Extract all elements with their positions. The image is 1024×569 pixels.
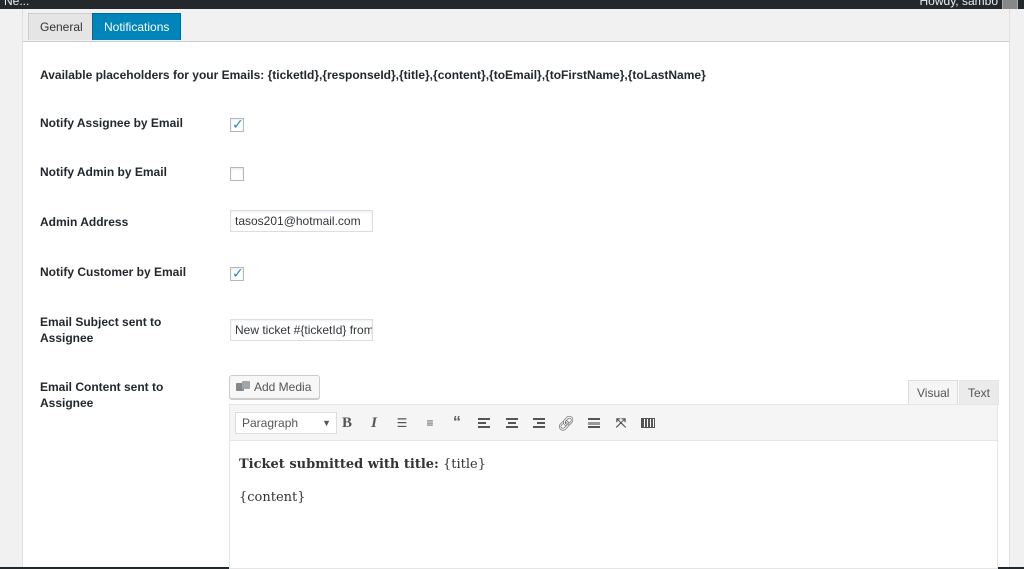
add-media-label: Add Media [254,380,312,394]
content-title-placeholder: {title} [443,457,486,472]
admin-bar-greeting[interactable]: Howdy, sambo [920,0,998,8]
notify-customer-label: Notify Customer by Email [40,265,187,279]
toolbar-toggle-icon[interactable] [638,413,658,433]
tab-text[interactable]: Text [959,380,1000,405]
fullscreen-icon[interactable]: ⤧ [611,413,631,433]
settings-tabs: General Notifications [23,9,1009,42]
notify-assignee-label: Notify Assignee by Email [40,116,183,130]
content-bold-text: Ticket submitted with title: [239,457,439,472]
notify-admin-label: Notify Admin by Email [40,165,167,179]
checkmark-icon: ✓ [232,116,244,132]
email-content-label: Email Content sent to Assignee [40,380,164,410]
left-gutter [0,9,22,567]
editor-content[interactable]: Ticket submitted with title: {title} {co… [239,457,486,523]
link-icon[interactable]: 🔗︎ [556,413,576,433]
format-select[interactable]: Paragraph ▼ [235,412,337,434]
email-subject-label: Email Subject sent to Assignee [40,315,162,345]
placeholders-hint: Available placeholders for your Emails: … [40,68,706,82]
admin-bar: Ne... Howdy, sambo [0,0,1024,9]
notify-assignee-checkbox[interactable]: ✓ [230,116,244,132]
bulleted-list-icon[interactable]: ☰ [392,413,412,433]
align-left-icon[interactable] [474,413,494,433]
tab-visual[interactable]: Visual [908,380,959,405]
read-more-icon[interactable] [584,413,604,433]
notify-customer-checkbox[interactable]: ✓ [230,265,244,281]
content-body-placeholder: {content} [239,490,306,505]
align-center-icon[interactable] [502,413,522,433]
bold-icon[interactable]: B [337,413,357,433]
admin-address-input[interactable]: tasos201@hotmail.com [230,210,373,232]
format-select-value: Paragraph [242,416,299,430]
italic-icon[interactable]: I [364,413,384,433]
align-right-icon[interactable] [529,413,549,433]
numbered-list-icon[interactable]: ≡ [420,413,440,433]
admin-address-label: Admin Address [40,215,129,229]
admin-bar-site-link[interactable]: Ne... [4,0,29,8]
notify-admin-checkbox[interactable] [230,167,244,181]
blockquote-icon[interactable]: “ [447,413,467,433]
checkmark-icon: ✓ [232,265,244,281]
rich-text-editor: Paragraph ▼ B I ☰ ≡ “ 🔗︎ ⤧ Ticket submit… [229,404,998,569]
avatar[interactable] [1002,0,1018,9]
add-media-button[interactable]: Add Media [229,375,321,399]
editor-toolbar: Paragraph ▼ B I ☰ ≡ “ 🔗︎ ⤧ [230,405,997,441]
media-icon [236,381,250,393]
right-gutter [1009,9,1024,567]
settings-panel: General Notifications Available placehol… [22,9,1010,569]
email-subject-input[interactable]: New ticket #{ticketId} from {toFirstName… [230,319,373,341]
tab-notifications[interactable]: Notifications [92,13,182,40]
tab-general[interactable]: General [28,13,95,40]
chevron-down-icon: ▼ [322,418,331,428]
